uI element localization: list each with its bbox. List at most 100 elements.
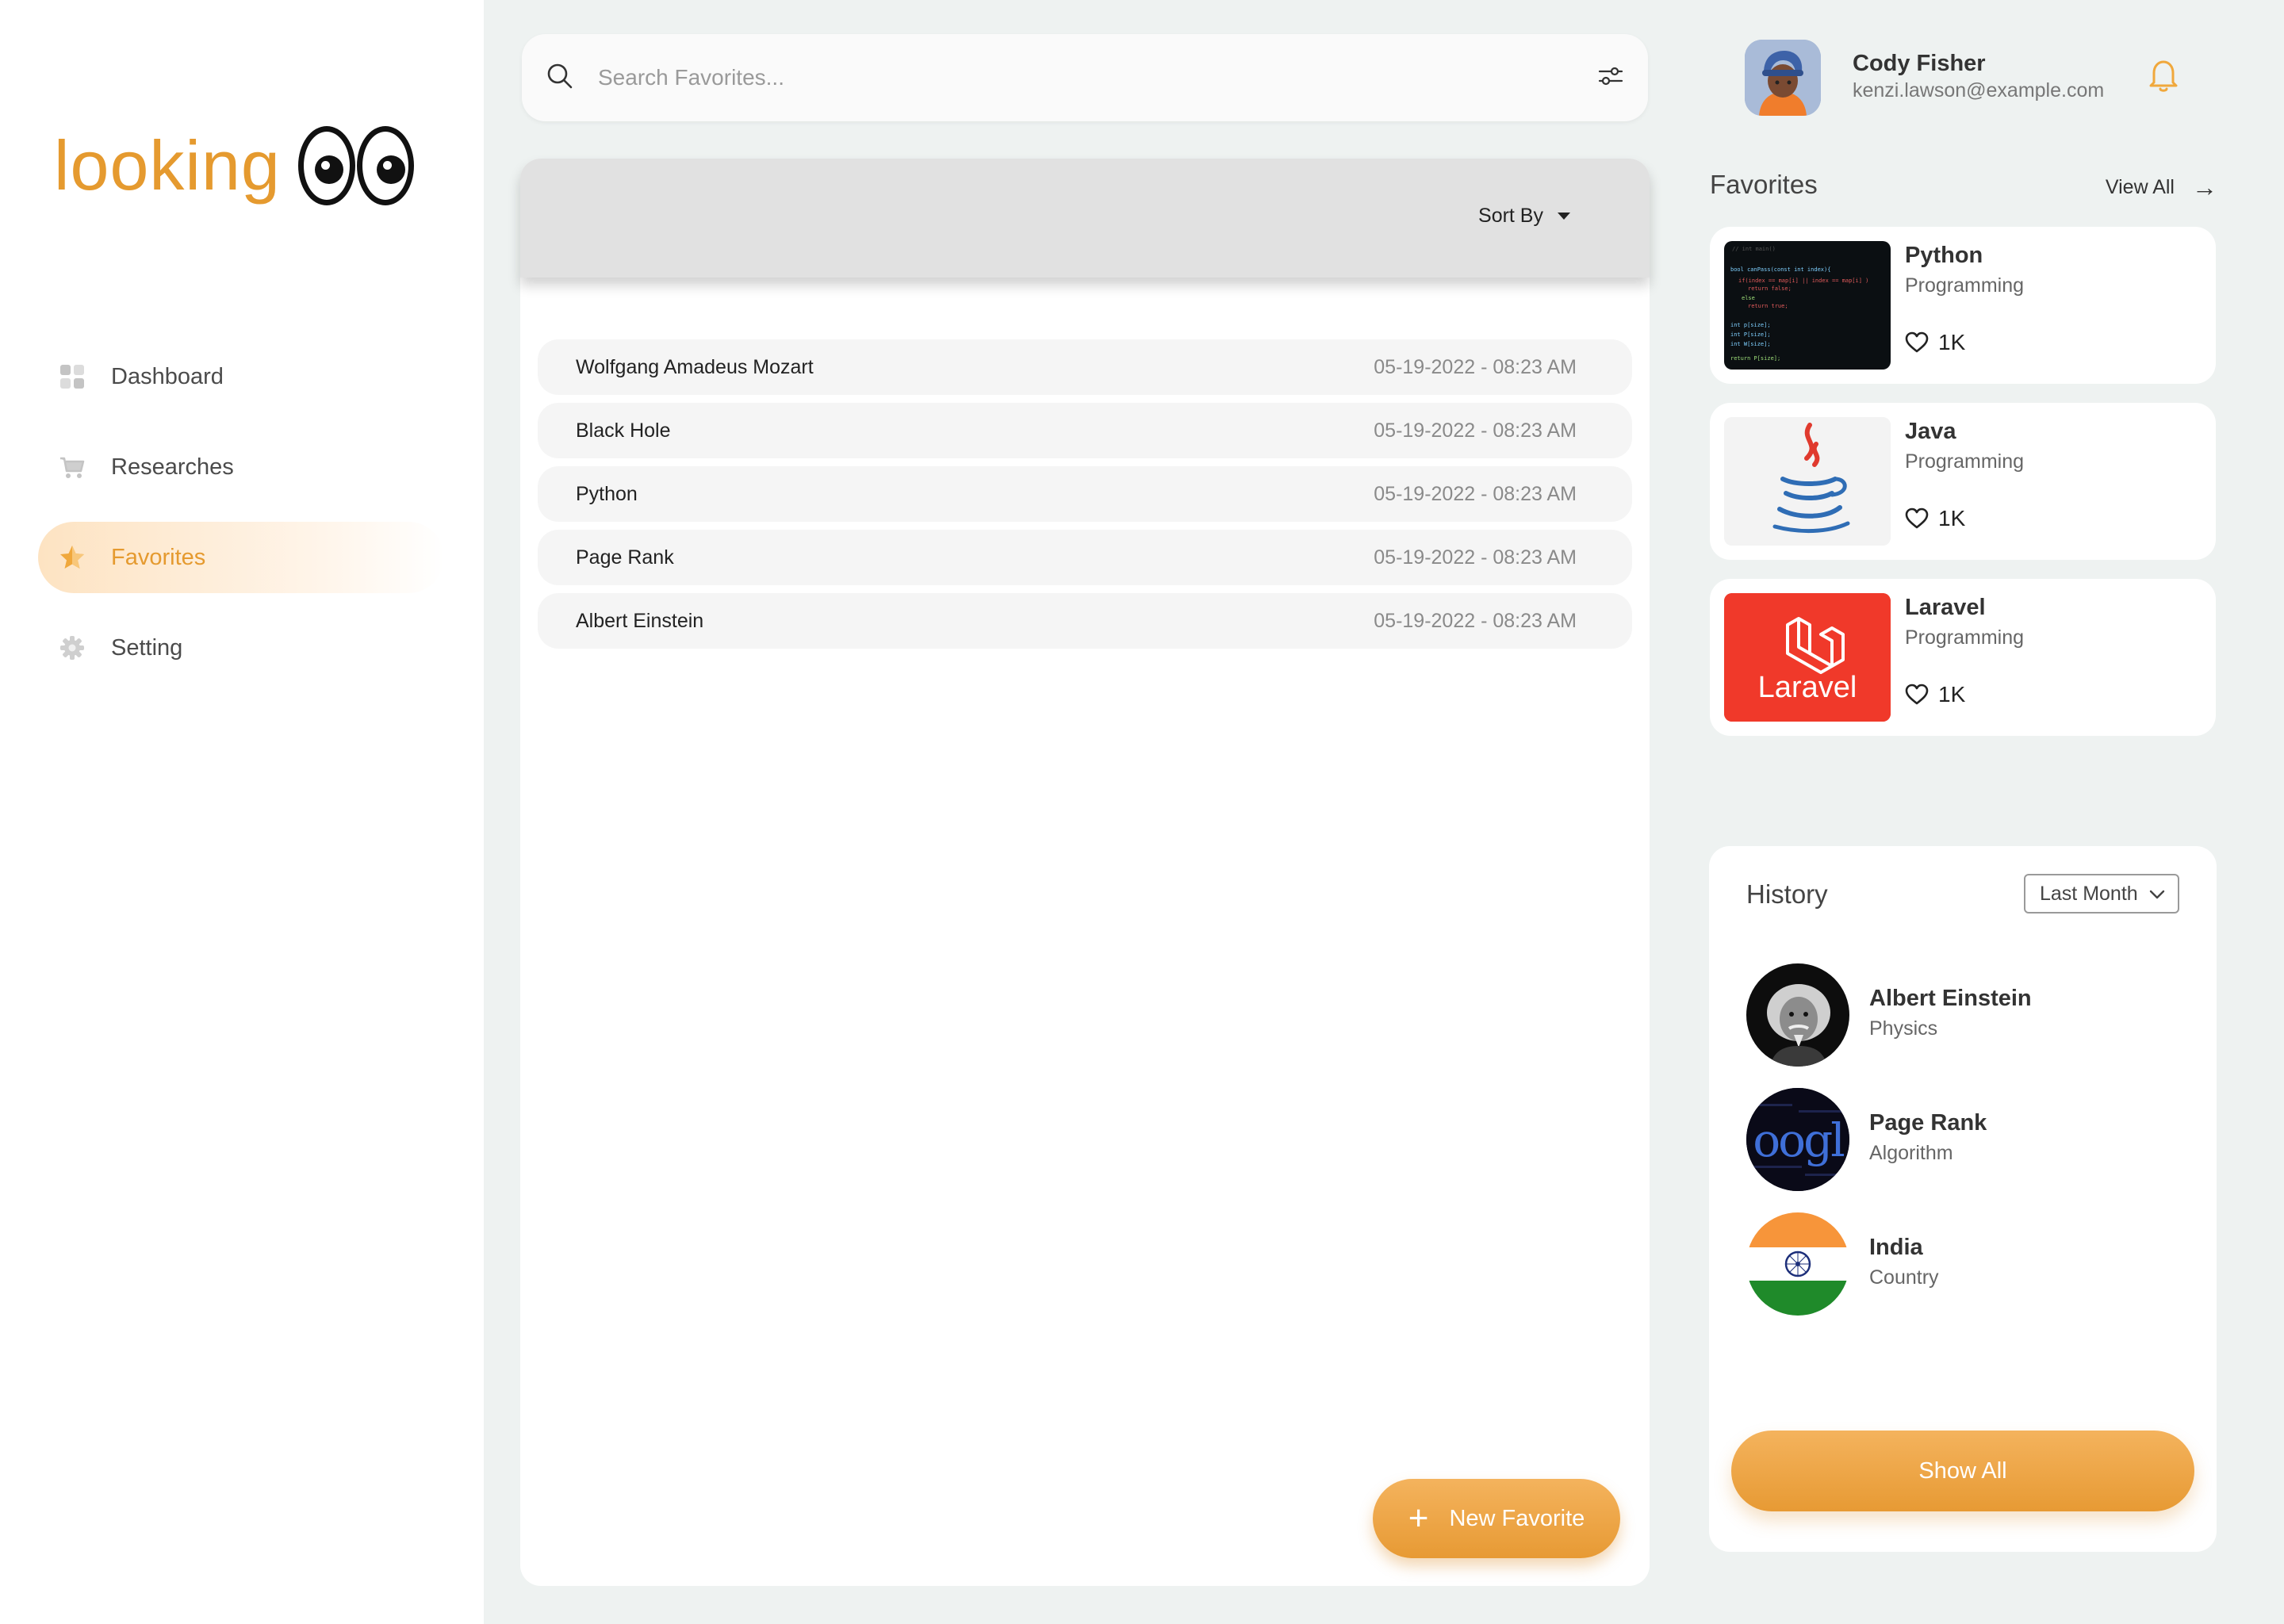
show-all-button[interactable]: Show All xyxy=(1731,1431,2194,1511)
bell-icon[interactable] xyxy=(2148,57,2179,98)
avatar[interactable] xyxy=(1745,40,1821,116)
svg-text:else: else xyxy=(1742,295,1755,301)
svg-text:// int main(): // int main() xyxy=(1732,246,1776,252)
favorite-card-python[interactable]: // int main() bool canPass(const int ind… xyxy=(1710,227,2216,384)
likes-count[interactable]: 1K xyxy=(1905,682,1965,707)
list-item[interactable]: Wolfgang Amadeus Mozart 05-19-2022 - 08:… xyxy=(538,339,1632,395)
card-title: Laravel xyxy=(1905,595,1986,620)
laravel-thumb-text: Laravel xyxy=(1757,671,1857,704)
user-email: kenzi.lawson@example.com xyxy=(1853,79,2105,102)
svg-text:return P[size];: return P[size]; xyxy=(1730,355,1780,362)
arrow-right-icon: → xyxy=(2192,173,2217,201)
svg-text:int P[size];: int P[size]; xyxy=(1730,331,1771,338)
search-input[interactable] xyxy=(598,65,1597,90)
svg-text:if(index == map[i] || index ==: if(index == map[i] || index == map[i] ) xyxy=(1738,278,1868,284)
einstein-photo xyxy=(1746,963,1849,1067)
view-all-link[interactable]: View All → xyxy=(2106,173,2217,202)
caret-down-icon xyxy=(1558,213,1570,220)
logo-text: looking xyxy=(54,126,281,205)
history-item-title: Albert Einstein xyxy=(1869,986,2032,1011)
period-select[interactable]: Last Month xyxy=(2024,874,2179,914)
sort-by-label: Sort By xyxy=(1478,205,1543,227)
list-item[interactable]: Page Rank 05-19-2022 - 08:23 AM xyxy=(538,530,1632,585)
history-item[interactable]: oogl Page Rank Algorithm xyxy=(1746,1088,2190,1193)
favorite-name: Page Rank xyxy=(576,546,674,569)
favorite-name: Albert Einstein xyxy=(576,609,704,632)
new-favorite-button[interactable]: + New Favorite xyxy=(1373,1479,1620,1558)
history-item-title: Page Rank xyxy=(1869,1110,1987,1136)
python-code-thumbnail: // int main() bool canPass(const int ind… xyxy=(1724,241,1891,370)
show-all-label: Show All xyxy=(1918,1457,2007,1484)
sidebar-item-researches[interactable]: Researches xyxy=(38,431,444,503)
google-logo-text: oogl xyxy=(1753,1113,1845,1167)
card-title: Python xyxy=(1905,243,1983,268)
favorite-name: Black Hole xyxy=(576,419,671,442)
card-title: Java xyxy=(1905,419,1956,444)
india-flag-image xyxy=(1746,1212,1849,1316)
sidebar-item-label: Dashboard xyxy=(111,363,224,389)
favorite-date: 05-19-2022 - 08:23 AM xyxy=(1374,482,1577,505)
likes-count[interactable]: 1K xyxy=(1905,330,1965,355)
favorite-date: 05-19-2022 - 08:23 AM xyxy=(1374,419,1577,442)
user-profile: Cody Fisher kenzi.lawson@example.com xyxy=(1745,40,2236,119)
favorite-date: 05-19-2022 - 08:23 AM xyxy=(1374,609,1577,632)
favorite-name: Wolfgang Amadeus Mozart xyxy=(576,355,814,378)
favorite-date: 05-19-2022 - 08:23 AM xyxy=(1374,355,1577,378)
eyes-logo-icon xyxy=(297,126,414,205)
svg-text:return false;: return false; xyxy=(1748,285,1792,292)
likes-value: 1K xyxy=(1938,682,1966,707)
list-item[interactable]: Python 05-19-2022 - 08:23 AM xyxy=(538,466,1632,522)
sidebar-item-dashboard[interactable]: Dashboard xyxy=(38,341,444,412)
star-icon xyxy=(59,544,86,571)
heart-icon xyxy=(1905,331,1929,353)
filter-sliders-icon[interactable] xyxy=(1597,63,1624,94)
sidebar-item-label: Favorites xyxy=(111,544,206,570)
sidebar-item-setting[interactable]: Setting xyxy=(38,612,444,684)
panel-header: Sort By xyxy=(520,159,1650,278)
period-value: Last Month xyxy=(2040,882,2138,905)
sidebar-item-label: Setting xyxy=(111,634,183,661)
sidebar: looking Dashboard Researches Favorites S… xyxy=(0,0,484,1624)
history-item-category: Country xyxy=(1869,1266,1939,1289)
cart-icon xyxy=(59,454,86,481)
sort-by-dropdown[interactable]: Sort By xyxy=(1478,205,1570,228)
likes-value: 1K xyxy=(1938,330,1966,354)
heart-icon xyxy=(1905,684,1929,705)
card-category: Programming xyxy=(1905,626,2025,649)
svg-text:bool canPass(const int index){: bool canPass(const int index){ xyxy=(1730,266,1830,273)
app-logo[interactable]: looking xyxy=(54,125,414,206)
new-favorite-label: New Favorite xyxy=(1449,1505,1585,1531)
history-panel: History Last Month Albert Einstein Physi… xyxy=(1709,846,2217,1552)
history-item-category: Algorithm xyxy=(1869,1142,1953,1164)
history-item[interactable]: India Country xyxy=(1746,1212,2190,1317)
search-icon[interactable] xyxy=(546,62,574,94)
gear-icon xyxy=(59,634,86,661)
history-title: History xyxy=(1746,879,1828,909)
svg-text:return true;: return true; xyxy=(1748,303,1788,309)
list-item[interactable]: Black Hole 05-19-2022 - 08:23 AM xyxy=(538,403,1632,458)
view-all-label: View All xyxy=(2105,176,2175,198)
likes-count[interactable]: 1K xyxy=(1905,506,1965,531)
java-logo-thumbnail xyxy=(1724,417,1891,546)
plus-icon: + xyxy=(1408,1499,1429,1538)
favorite-date: 05-19-2022 - 08:23 AM xyxy=(1374,546,1577,569)
laravel-logo-thumbnail: Laravel xyxy=(1724,593,1891,722)
sidebar-item-favorites[interactable]: Favorites xyxy=(38,522,444,593)
favorite-card-laravel[interactable]: Laravel Laravel Programming 1K xyxy=(1710,579,2216,736)
svg-text:int p[size];: int p[size]; xyxy=(1730,322,1771,328)
svg-text:int W[size];: int W[size]; xyxy=(1730,341,1771,347)
favorite-card-java[interactable]: Java Programming 1K xyxy=(1710,403,2216,560)
card-category: Programming xyxy=(1905,274,2025,297)
favorites-list: Wolfgang Amadeus Mozart 05-19-2022 - 08:… xyxy=(538,339,1632,657)
google-logo-image: oogl xyxy=(1746,1088,1849,1191)
dashboard-grid-icon xyxy=(59,363,86,390)
heart-icon xyxy=(1905,508,1929,529)
sidebar-nav: Dashboard Researches Favorites Setting xyxy=(38,341,444,703)
list-item[interactable]: Albert Einstein 05-19-2022 - 08:23 AM xyxy=(538,593,1632,649)
user-name: Cody Fisher xyxy=(1853,51,1986,76)
likes-value: 1K xyxy=(1938,506,1966,530)
favorites-header: Favorites View All → xyxy=(1710,170,2217,201)
sidebar-item-label: Researches xyxy=(111,454,234,480)
search-bar xyxy=(522,34,1648,121)
history-item[interactable]: Albert Einstein Physics xyxy=(1746,963,2190,1068)
